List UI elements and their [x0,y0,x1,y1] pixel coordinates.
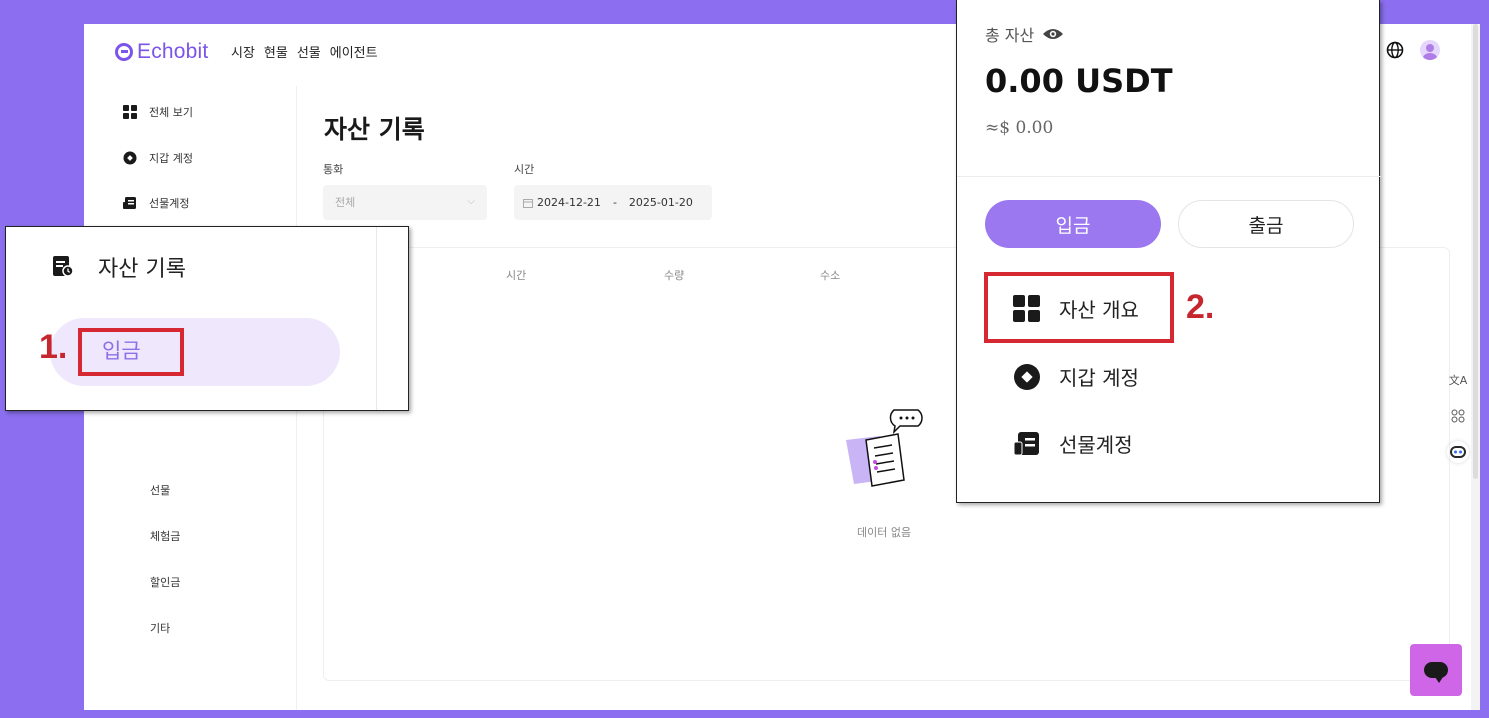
eye-icon[interactable] [1042,27,1064,41]
avatar[interactable] [1420,40,1440,60]
nav-item-spot[interactable]: 현물 [264,42,288,61]
empty-document-icon [846,409,923,487]
menu-item-label: 선물계정 [1059,433,1133,457]
highlight-box [78,328,184,376]
callout-title: 자산 기록 [98,257,186,282]
currency-label: 통화 [323,163,344,176]
calendar-icon [523,198,533,208]
sidebar-item-label: 전체 보기 [149,106,193,119]
sidebar-subitem-trial[interactable]: 체험금 [150,528,180,544]
nav-item-agent[interactable]: 에이전트 [330,42,378,61]
translate-icon[interactable]: 文A [1447,369,1469,391]
currency-select-value: 전체 [335,196,356,209]
header-icons [1386,40,1440,60]
column-header-time: 시간 [506,269,527,282]
top-nav: 시장 현물 선물 에이전트 [231,42,378,61]
date-range-picker[interactable]: 2024-12-21 - 2025-01-20 [514,185,712,220]
logo-mark-icon [115,43,133,61]
chevron-down-icon: ⌵ [467,196,475,207]
menu-item-wallet-account[interactable]: 지갑 계정 [1013,362,1139,391]
total-amount: 0.00 USDT [985,62,1173,100]
page-title: 자산 기록 [324,115,425,144]
divider [376,227,377,410]
sidebar-subitem-other[interactable]: 기타 [150,620,170,636]
step-number: 1. [39,328,68,366]
sidebar-item-overview[interactable]: 전체 보기 [123,104,193,120]
logo-text: Echobit [137,40,209,63]
zoom-callout-asset-records: 자산 기록 입금 1. [5,226,409,411]
futures-icon [123,197,136,209]
sidebar-item-futures[interactable]: 선물계정 [123,195,189,211]
chat-bubble-icon [1424,662,1448,683]
assistant-icon[interactable] [1447,441,1469,463]
sidebar-item-wallet[interactable]: 지갑 계정 [123,150,193,166]
wallet-icon [1014,363,1040,390]
total-assets-label: 총 자산 [985,22,1064,46]
scrollbar-thumb[interactable] [1473,24,1478,479]
step-number: 2. [1186,288,1215,326]
highlight-box [984,272,1174,343]
asset-records-icon [53,256,74,277]
divider [957,176,1381,177]
sidebar-item-label: 지갑 계정 [149,152,193,165]
futures-icon [1013,431,1039,455]
apps-icon[interactable] [1447,405,1469,427]
wallet-icon [123,151,137,165]
assets-dropdown-panel: 총 자산 0.00 USDT ≈$ 0.00 입금 출금 자산 개요 지갑 계정… [956,0,1381,503]
withdraw-button[interactable]: 출금 [1178,200,1354,248]
approx-usd: ≈$ 0.00 [985,118,1054,138]
logo[interactable]: Echobit [115,40,208,64]
date-end: 2025-01-20 [628,196,693,209]
total-assets-text: 총 자산 [985,26,1035,45]
sidebar-subitem-discount[interactable]: 할인금 [150,574,180,590]
deposit-button[interactable]: 입금 [985,200,1161,248]
grid-icon [123,105,137,119]
menu-item-futures-account[interactable]: 선물계정 [1013,429,1133,458]
nav-item-futures[interactable]: 선물 [297,42,321,61]
date-start: 2024-12-21 [537,196,601,209]
column-header-amount: 수량 [664,269,685,282]
sidebar-subitem-futures[interactable]: 선물 [150,482,170,498]
sidebar-item-label: 선물계정 [149,197,190,210]
menu-item-label: 지갑 계정 [1059,366,1139,390]
chat-support-button[interactable] [1410,644,1462,696]
currency-select[interactable]: 전체 ⌵ [323,185,487,220]
nav-item-market[interactable]: 시장 [231,42,255,61]
time-label: 시간 [514,163,535,176]
globe-icon[interactable] [1386,41,1404,59]
date-separator: - [612,196,617,209]
empty-state-text: 데이터 없음 [857,526,912,539]
side-rail: 文A [1447,369,1469,463]
scrollbar[interactable] [1471,24,1480,710]
column-header-fee: 수소 [820,269,841,282]
